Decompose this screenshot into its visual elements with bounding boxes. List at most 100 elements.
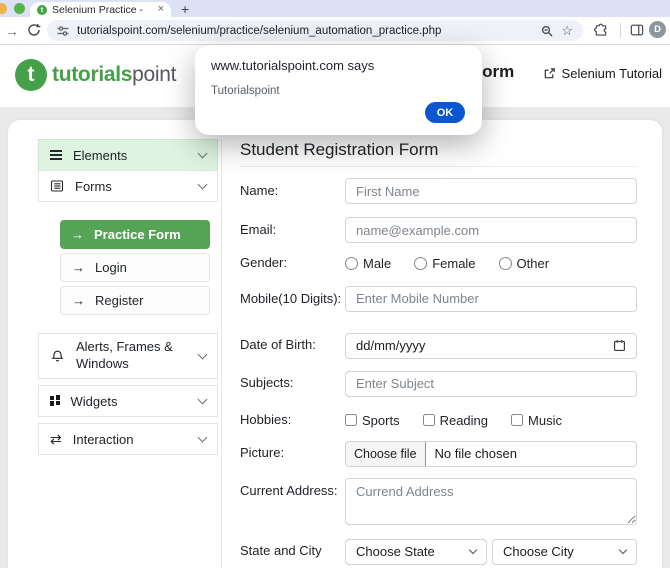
sidebar-item-elements[interactable]: Elements <box>38 139 218 171</box>
register-label: Register <box>95 293 143 308</box>
picture-file-input[interactable]: Choose file No file chosen <box>345 441 637 467</box>
gender-option-female[interactable]: Female <box>414 256 475 271</box>
site-settings-icon[interactable] <box>57 25 69 37</box>
widgets-grid-icon <box>50 396 60 407</box>
male-radio[interactable] <box>345 257 358 270</box>
male-label: Male <box>363 256 391 271</box>
city-select[interactable]: Choose City <box>492 539 637 565</box>
browser-tab[interactable]: t Selenium Practice - Student F × <box>30 2 171 17</box>
gender-label: Gender: <box>240 254 345 273</box>
bookmark-star-icon[interactable]: ☆ <box>561 24 573 37</box>
selenium-tutorial-label: Selenium Tutorial <box>562 66 662 81</box>
alerts-label: Alerts, Frames & Windows <box>76 339 180 373</box>
state-value: Choose State <box>356 544 435 559</box>
reading-checkbox[interactable] <box>423 414 435 426</box>
tab-close-icon[interactable]: × <box>158 4 164 15</box>
heading-divider <box>240 166 637 167</box>
sidebar-elements-label: Elements <box>73 148 127 163</box>
name-input[interactable] <box>345 178 637 204</box>
chevron-down-icon <box>198 180 208 190</box>
sidebar-item-login[interactable]: → Login <box>60 253 210 282</box>
minimize-traffic-light[interactable] <box>0 3 7 14</box>
chevron-down-icon <box>198 350 208 360</box>
hamburger-icon <box>50 150 62 159</box>
chevron-down-icon <box>469 546 477 554</box>
dob-row: Date of Birth: dd/mm/yyyy <box>240 333 637 359</box>
mobile-input[interactable] <box>345 286 637 312</box>
login-label: Login <box>95 260 127 275</box>
content-card: Elements Forms → Practice Form <box>8 120 662 568</box>
tutorialspoint-logo[interactable]: t tutorialspoint <box>15 59 176 91</box>
new-tab-button[interactable]: + <box>181 1 189 17</box>
state-select[interactable]: Choose State <box>345 539 487 565</box>
side-panel-icon[interactable] <box>630 23 644 37</box>
address-bar[interactable]: tutorialspoint.com/selenium/practice/sel… <box>47 20 583 41</box>
subjects-input[interactable] <box>345 371 637 397</box>
sidebar-item-interaction[interactable]: ⇄ Interaction <box>38 423 218 455</box>
choose-file-button[interactable]: Choose file <box>346 442 426 466</box>
name-row: Name: <box>240 178 637 204</box>
address-label: Current Address: <box>240 478 345 501</box>
address-row: Current Address: <box>240 478 637 530</box>
email-input[interactable] <box>345 217 637 243</box>
female-radio[interactable] <box>414 257 427 270</box>
name-label: Name: <box>240 182 345 201</box>
email-row: Email: <box>240 217 637 243</box>
sidebar-item-practice-form[interactable]: → Practice Form <box>60 220 210 249</box>
sidebar-item-register[interactable]: → Register <box>60 286 210 315</box>
forward-icon[interactable]: → <box>5 23 19 39</box>
address-textarea[interactable] <box>345 478 637 525</box>
browser-window: t Selenium Practice - Student F × + → tu… <box>0 0 670 568</box>
tab-title: Selenium Practice - Student F <box>52 4 146 16</box>
arrow-right-icon: → <box>72 293 85 308</box>
reload-icon[interactable] <box>27 23 41 37</box>
gender-option-male[interactable]: Male <box>345 256 391 271</box>
mobile-label: Mobile(10 Digits): <box>240 286 345 309</box>
alert-ok-button[interactable]: OK <box>425 102 465 123</box>
profile-avatar[interactable]: D <box>649 21 666 38</box>
subjects-row: Subjects: <box>240 371 637 397</box>
hobby-option-sports[interactable]: Sports <box>345 413 400 428</box>
female-label: Female <box>432 256 475 271</box>
other-radio[interactable] <box>499 257 512 270</box>
fullscreen-traffic-light[interactable] <box>14 3 25 14</box>
hobby-option-reading[interactable]: Reading <box>423 413 488 428</box>
sidebar: Elements Forms → Practice Form <box>38 139 222 568</box>
toolbar-divider <box>620 23 621 38</box>
javascript-alert-dialog: www.tutorialspoint.com says Tutorialspoi… <box>195 45 482 135</box>
interaction-label: Interaction <box>73 432 134 447</box>
music-checkbox[interactable] <box>511 414 523 426</box>
dob-input[interactable]: dd/mm/yyyy <box>345 333 637 359</box>
hobby-option-music[interactable]: Music <box>511 413 562 428</box>
selenium-tutorial-link[interactable]: Selenium Tutorial <box>543 66 662 81</box>
picture-label: Picture: <box>240 444 345 463</box>
calendar-icon[interactable] <box>613 339 626 352</box>
sidebar-item-alerts-frames-windows[interactable]: Alerts, Frames & Windows <box>38 333 218 379</box>
logo-text-primary: tutorials <box>52 63 132 86</box>
bell-icon <box>50 349 65 364</box>
widgets-label: Widgets <box>71 394 118 409</box>
file-status-text: No file chosen <box>435 446 517 461</box>
url-text[interactable]: tutorialspoint.com/selenium/practice/sel… <box>77 25 441 37</box>
alert-message: Tutorialspoint <box>211 85 280 97</box>
gender-option-other[interactable]: Other <box>499 256 550 271</box>
registration-form: Student Registration Form Name: Email: G… <box>240 139 637 568</box>
sports-label: Sports <box>362 413 400 428</box>
arrow-right-icon: → <box>71 227 84 242</box>
sidebar-item-widgets[interactable]: Widgets <box>38 385 218 417</box>
zoom-icon[interactable] <box>541 25 553 37</box>
hobbies-row: Hobbies: Sports Reading Music <box>240 411 637 430</box>
sidebar-forms-label: Forms <box>75 179 112 194</box>
dob-value: dd/mm/yyyy <box>356 338 425 353</box>
logo-mark-icon: t <box>15 59 47 91</box>
tab-strip: t Selenium Practice - Student F × + <box>0 0 670 17</box>
state-city-label: State and City <box>240 542 345 561</box>
mobile-row: Mobile(10 Digits): <box>240 286 637 312</box>
extensions-icon[interactable] <box>594 23 608 37</box>
sports-checkbox[interactable] <box>345 414 357 426</box>
forms-submenu: → Practice Form → Login → Register <box>60 220 210 315</box>
form-heading: Student Registration Form <box>240 139 637 160</box>
sidebar-item-forms[interactable]: Forms <box>38 170 218 202</box>
chevron-down-icon <box>619 546 627 554</box>
alert-origin-text: www.tutorialspoint.com says <box>211 58 374 73</box>
